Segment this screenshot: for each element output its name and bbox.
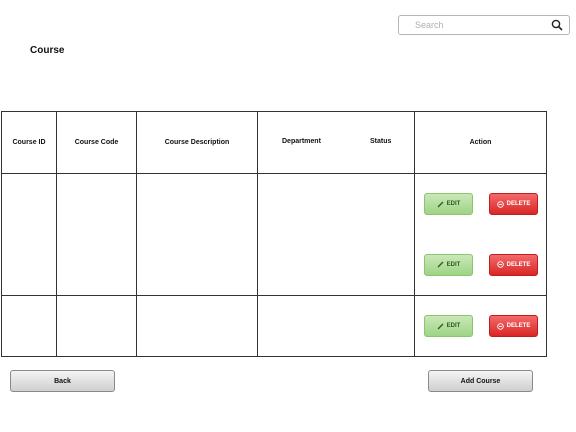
- header-status: Status: [370, 138, 392, 145]
- delete-button-label: DELETE: [506, 201, 531, 208]
- edit-button-label: EDIT: [446, 323, 461, 329]
- edit-button[interactable]: EDIT: [424, 193, 473, 216]
- back-button[interactable]: Back: [10, 370, 115, 392]
- header-course-id: Course ID: [1, 111, 57, 174]
- course-table: Course ID Course Code Course Description…: [1, 111, 547, 357]
- minus-circle-icon: [496, 322, 504, 330]
- header-department-status: Department Status: [257, 111, 415, 174]
- header-course-code: Course Code: [56, 111, 137, 174]
- table-cell: [56, 173, 137, 296]
- search-input[interactable]: [415, 20, 549, 30]
- pencil-icon: [437, 323, 444, 330]
- table-row: EDIT DELETE: [1, 295, 547, 357]
- search-box[interactable]: [398, 15, 570, 35]
- action-cell: EDIT DELETE: [414, 295, 547, 357]
- table-cell: [257, 173, 415, 296]
- edit-button-label: EDIT: [446, 201, 461, 208]
- header-action: Action: [414, 111, 547, 174]
- edit-button[interactable]: EDIT: [424, 253, 473, 276]
- edit-button-label: EDIT: [446, 261, 461, 268]
- action-cell: EDIT DELETE EDIT DELETE: [414, 173, 547, 296]
- table-cell: [136, 173, 258, 296]
- table-cell: [257, 295, 415, 357]
- table-cell: [56, 295, 137, 357]
- minus-circle-icon: [496, 201, 504, 208]
- add-course-button[interactable]: Add Course: [428, 370, 533, 392]
- delete-button-label: DELETE: [506, 323, 531, 329]
- minus-circle-icon: [496, 261, 504, 268]
- delete-button[interactable]: DELETE: [489, 193, 538, 216]
- page-title: Course: [30, 45, 65, 56]
- delete-button[interactable]: DELETE: [489, 253, 538, 276]
- edit-button[interactable]: EDIT: [424, 315, 473, 337]
- table-row: EDIT DELETE EDIT DELETE: [1, 173, 547, 296]
- delete-button-label: DELETE: [506, 261, 531, 268]
- delete-button[interactable]: DELETE: [489, 315, 538, 337]
- table-cell: [1, 295, 57, 357]
- table-header-row: Course ID Course Code Course Description…: [1, 111, 547, 174]
- pencil-icon: [437, 261, 444, 268]
- table-cell: [136, 295, 258, 357]
- pencil-icon: [437, 201, 444, 208]
- search-icon[interactable]: [549, 17, 565, 33]
- table-cell: [1, 173, 57, 296]
- header-course-description: Course Description: [136, 111, 258, 174]
- header-department: Department: [282, 138, 321, 145]
